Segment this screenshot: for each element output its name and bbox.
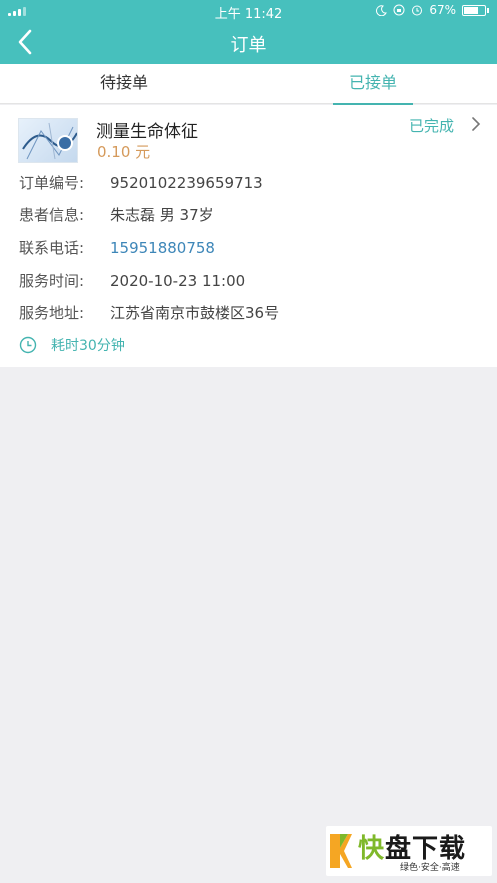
phone-link[interactable]: 15951880758 [110,239,215,257]
service-thumbnail [18,118,78,163]
patient-info-label: 患者信息: [19,206,85,224]
order-number-row: 订单编号: 9520102239659713 [19,172,263,193]
order-card[interactable]: 测量生命体征 0.10 元 已完成 订单编号: 9520102239659713 … [0,105,497,367]
clock-icon [19,336,37,354]
battery-icon [462,4,486,16]
service-time-label: 服务时间: [19,272,85,290]
phone-label: 联系电话: [19,239,85,257]
order-tabs: 待接单 已接单 [0,64,497,105]
rotation-lock-icon [393,4,405,16]
app-header: 上午 11:42 67% 订单 [0,0,497,64]
duration-text: 耗时30分钟 [51,338,125,354]
service-name: 测量生命体征 [96,122,198,142]
status-badge: 已完成 [409,117,455,135]
phone-row: 联系电话: 15951880758 [19,237,215,258]
service-address-row: 服务地址: 江苏省南京市鼓楼区36号 [19,302,279,323]
tab-pending[interactable]: 待接单 [76,64,172,104]
watermark-title-first: 快 [358,834,386,864]
chevron-right-icon[interactable] [470,115,482,133]
status-bar: 上午 11:42 67% [0,0,497,22]
alarm-icon [412,5,423,16]
service-time-value: 2020-10-23 11:00 [110,272,246,290]
patient-info-value: 朱志磊 男 37岁 [110,206,214,224]
watermark: 快盘下载 绿色·安全·高速 [326,826,492,876]
order-number-value: 9520102239659713 [110,174,263,192]
page-title: 订单 [230,35,267,56]
service-price: 0.10 元 [97,143,151,161]
service-address-label: 服务地址: [19,304,85,322]
service-address-value: 江苏省南京市鼓楼区36号 [110,304,280,322]
duration-row: 耗时30分钟 [19,335,125,355]
kuaipan-logo-icon [330,834,352,868]
watermark-subtitle: 绿色·安全·高速 [400,863,460,873]
battery-percent: 67% [429,3,456,17]
order-number-label: 订单编号: [19,174,85,192]
tab-accepted[interactable]: 已接单 [333,64,413,105]
service-time-row: 服务时间: 2020-10-23 11:00 [19,270,245,291]
moon-icon [376,4,388,16]
patient-info-row: 患者信息: 朱志磊 男 37岁 [19,204,214,225]
